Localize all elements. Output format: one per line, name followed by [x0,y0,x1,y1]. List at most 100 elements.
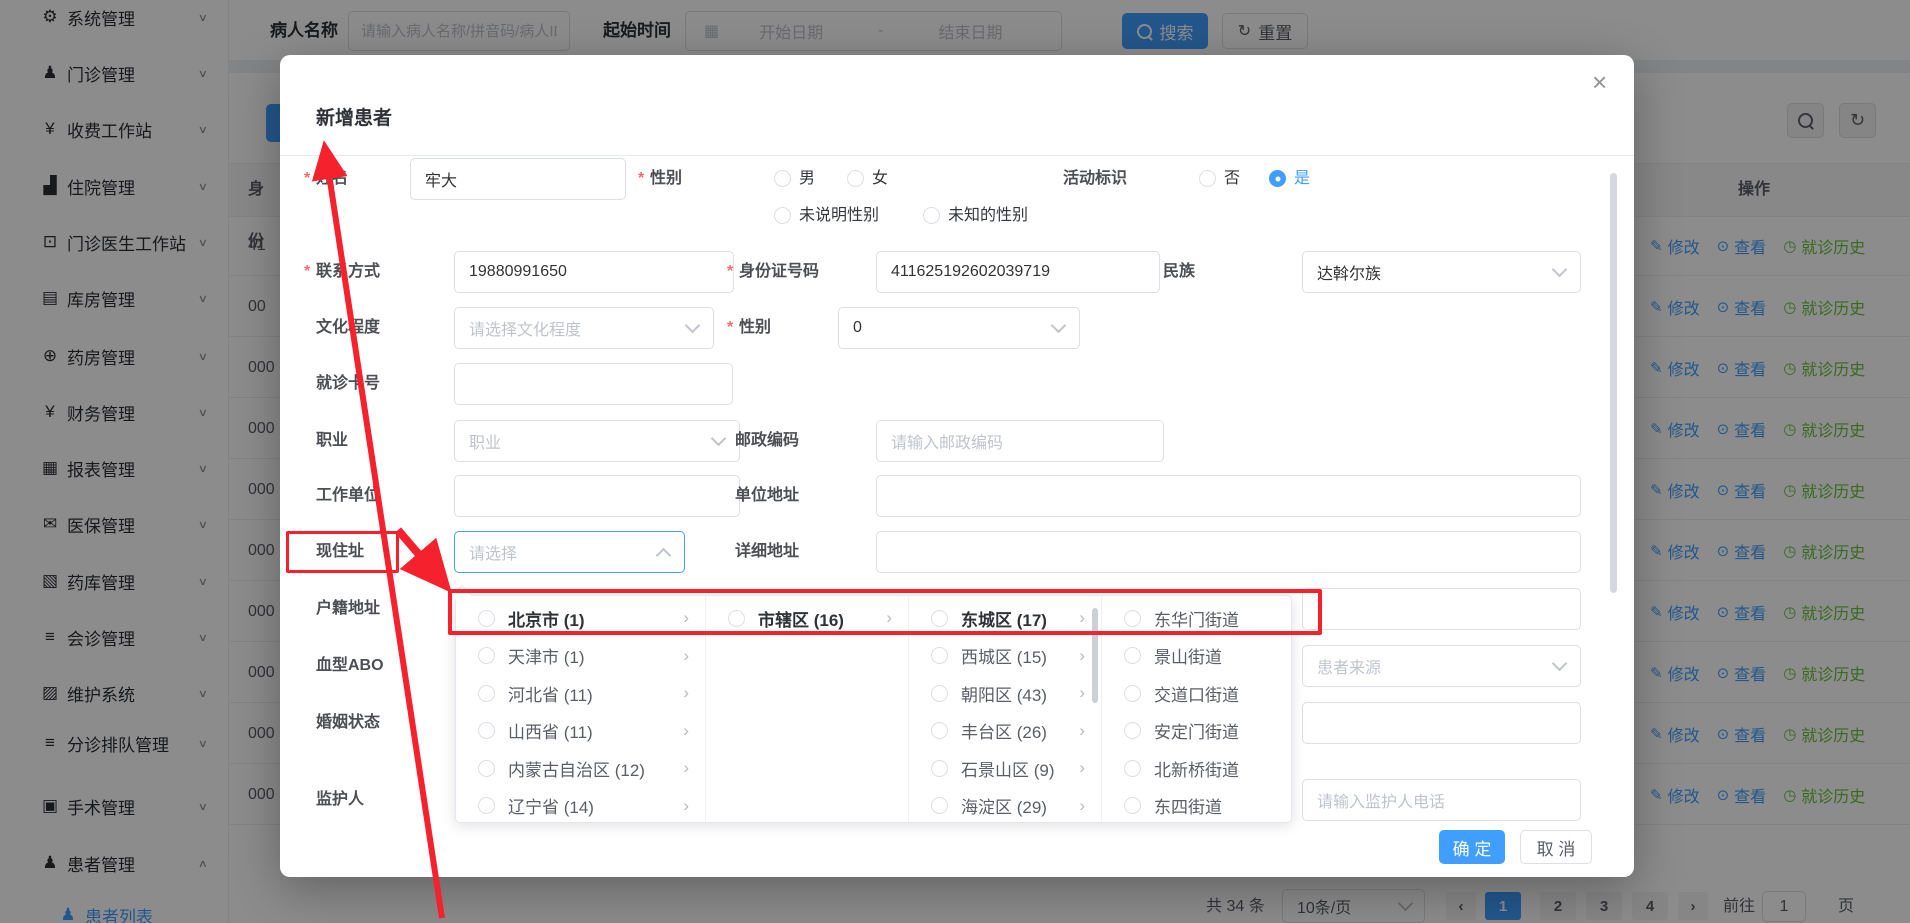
radio-icon[interactable] [931,610,948,627]
confirm-button[interactable]: 确 定 [1439,830,1505,864]
radio-female[interactable] [847,170,864,187]
radio-icon[interactable] [1124,760,1141,777]
radio-icon[interactable] [478,647,495,664]
detail-address-input[interactable] [876,531,1581,573]
radio-icon[interactable] [478,722,495,739]
close-icon[interactable]: × [1592,69,1607,95]
chevron-right-icon: › [683,758,689,778]
cascader-option[interactable]: 丰台区 (26)› [909,712,1101,750]
radio-yes-label[interactable]: 是 [1294,168,1310,190]
occupation-select[interactable]: 职业 [454,420,740,462]
cascader-option[interactable]: 山西省 (11) › [456,712,705,750]
card-no-input[interactable] [454,363,733,405]
cancel-button[interactable]: 取 消 [1520,830,1592,864]
radio-no[interactable] [1199,170,1216,187]
radio-icon[interactable] [728,610,745,627]
employer-address-input[interactable] [876,475,1581,517]
radio-icon[interactable] [1124,685,1141,702]
postal-label: 邮政编码 [735,429,799,453]
current-address-label: 现住址 [316,540,364,564]
cascader-column-0: 北京市 (1)›天津市 (1)›河北省 (11)›山西省 (11)›内蒙古自治区… [456,596,705,822]
cascader-option[interactable]: 交道口街道 [1102,674,1291,712]
chevron-right-icon: › [683,683,689,703]
cascader-column-2: 东城区 (17)›西城区 (15)›朝阳区 (43)›丰台区 (26)›石景山区… [908,596,1101,822]
cascader-option-label: 西城区 (15) [961,643,1047,668]
radio-icon[interactable] [1124,797,1141,814]
name-label: 姓名 [316,167,348,191]
education-select[interactable]: 请选择文化程度 [454,307,714,349]
cascader-option[interactable]: 市辖区 (16)› [706,599,908,637]
radio-male-label[interactable]: 男 [799,168,815,190]
id-number-label: 身份证号码 [739,260,819,284]
cascader-option-label: 石景山区 (9) [961,756,1055,781]
chevron-right-icon: › [683,646,689,666]
cascader-option[interactable]: 北新桥街道 [1102,749,1291,787]
ethnicity-label: 民族 [1163,260,1195,284]
patient-source-select[interactable]: 患者来源 [1302,645,1581,687]
required-star: * [304,167,310,191]
marital-input[interactable] [1302,702,1581,744]
radio-icon[interactable] [931,797,948,814]
cascader-option[interactable]: 西城区 (15)› [909,637,1101,675]
cascader-option[interactable]: 东城区 (17)› [909,599,1101,637]
cascader-option-label: 安定门街道 [1154,718,1239,743]
radio-icon[interactable] [1124,647,1141,664]
radio-unexplained-gender-label[interactable]: 未说明性别 [799,205,879,227]
cascader-option-label: 内蒙古自治区 (12) [508,756,645,781]
cascader-option-label: 朝阳区 (43) [961,681,1047,706]
radio-icon[interactable] [478,797,495,814]
contact-input[interactable]: 19880991650 [454,251,734,293]
radio-female-label[interactable]: 女 [872,168,888,190]
radio-icon[interactable] [478,685,495,702]
name-input[interactable]: 牢大 [410,158,626,200]
cascader-option-label: 山西省 (11) [508,718,593,743]
radio-male[interactable] [774,170,791,187]
cascader-option[interactable]: 河北省 (11)› [456,674,705,712]
cascader-option[interactable]: 东华门街道 [1102,599,1291,637]
guardian-phone-input[interactable]: 请输入监护人电话 [1302,779,1581,821]
required-star: * [638,167,644,191]
radio-icon[interactable] [931,722,948,739]
cascader-option[interactable]: 北京市 (1)› [456,599,705,637]
registered-address-input[interactable] [1302,588,1581,630]
cascader-option[interactable]: 海淀区 (29)› [909,787,1101,825]
id-number-input[interactable]: 411625192602039719 [876,251,1160,293]
registered-address-label: 户籍地址 [316,597,380,621]
guardian-label: 监护人 [316,788,364,812]
cascader-option[interactable]: 景山街道 [1102,637,1291,675]
chevron-down-icon [1051,318,1067,334]
radio-no-label[interactable]: 否 [1224,168,1240,190]
radio-icon[interactable] [1124,610,1141,627]
radio-icon[interactable] [931,685,948,702]
postal-input[interactable]: 请输入邮政编码 [876,420,1164,462]
cascader-option-label: 丰台区 (26) [961,718,1047,743]
cascader-option[interactable]: 朝阳区 (43)› [909,674,1101,712]
chevron-right-icon: › [1079,796,1085,816]
cascader-option[interactable]: 东四街道 [1102,787,1291,825]
radio-unknown-gender[interactable] [923,207,940,224]
cascader-option[interactable]: 辽宁省 (14)› [456,787,705,825]
radio-yes[interactable] [1269,170,1286,187]
ethnicity-select[interactable]: 达斡尔族 [1302,251,1581,293]
radio-icon[interactable] [931,647,948,664]
cascader-option[interactable]: 天津市 (1)› [456,637,705,675]
chevron-right-icon: › [683,721,689,741]
radio-unexplained-gender[interactable] [774,207,791,224]
radio-unknown-gender-label[interactable]: 未知的性别 [948,205,1028,227]
radio-icon[interactable] [931,760,948,777]
gender2-select[interactable]: 0 [838,307,1080,349]
chevron-right-icon: › [683,796,689,816]
chevron-right-icon: › [683,608,689,628]
employer-input[interactable] [454,475,740,517]
radio-icon[interactable] [1124,722,1141,739]
cascader-scrollbar[interactable] [1092,608,1098,703]
cascader-option[interactable]: 内蒙古自治区 (12) › [456,749,705,787]
modal-scrollbar[interactable] [1610,173,1617,593]
radio-icon[interactable] [478,610,495,627]
cascader-option[interactable]: 石景山区 (9)› [909,749,1101,787]
cascader-option[interactable]: 安定门街道 [1102,712,1291,750]
gender2-label: 性别 [739,316,771,340]
cascader-option-label: 交道口街道 [1154,681,1239,706]
current-address-cascader-trigger[interactable]: 请选择 [454,531,685,573]
radio-icon[interactable] [478,760,495,777]
